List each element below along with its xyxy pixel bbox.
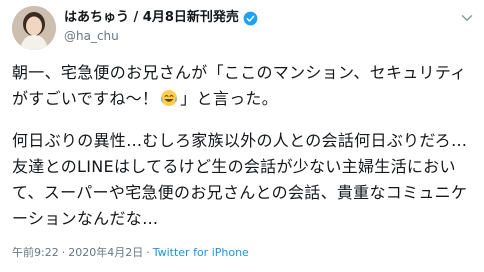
chevron-down-icon[interactable]	[458, 9, 476, 27]
tweet-source-link[interactable]: Twitter for iPhone	[153, 246, 249, 259]
tweet-date[interactable]: 2020年4月2日	[68, 246, 143, 259]
display-name[interactable]: はあちゅう / 4月8日新刊発売	[64, 10, 239, 26]
verified-badge-icon	[243, 11, 258, 25]
meta-separator: ·	[146, 246, 150, 259]
tweet-paragraph-2: 何日ぶりの異性…むしろ家族以外の人との会話何日ぶりだろ…友達とのLINEはしてる…	[12, 131, 468, 228]
user-handle[interactable]: @ha_chu	[64, 29, 119, 44]
tweet-card: はあちゅう / 4月8日新刊発売 @ha_chu 朝一、宅急便のお兄さんが「ここ…	[0, 0, 484, 272]
tweet-text: 朝一、宅急便のお兄さんが「ここのマンション、セキュリティがすごいですね〜！ 」と…	[12, 60, 476, 232]
meta-separator: ·	[61, 246, 66, 259]
tears-of-joy-emoji-icon	[161, 90, 178, 106]
tweet-line-1-end: 」と言った。	[180, 89, 279, 108]
avatar-photo	[12, 6, 56, 50]
author-name-row[interactable]: はあちゅう / 4月8日新刊発売	[64, 10, 258, 26]
tweet-time[interactable]: 午前9:22	[12, 246, 59, 259]
avatar[interactable]	[12, 6, 56, 50]
tweet-meta: 午前9:22 · 2020年4月2日 · Twitter for iPhone	[12, 246, 249, 260]
tweet-paragraph-1: 朝一、宅急便のお兄さんが「ここのマンション、セキュリティがすごいですね〜！ 」と…	[12, 60, 476, 112]
